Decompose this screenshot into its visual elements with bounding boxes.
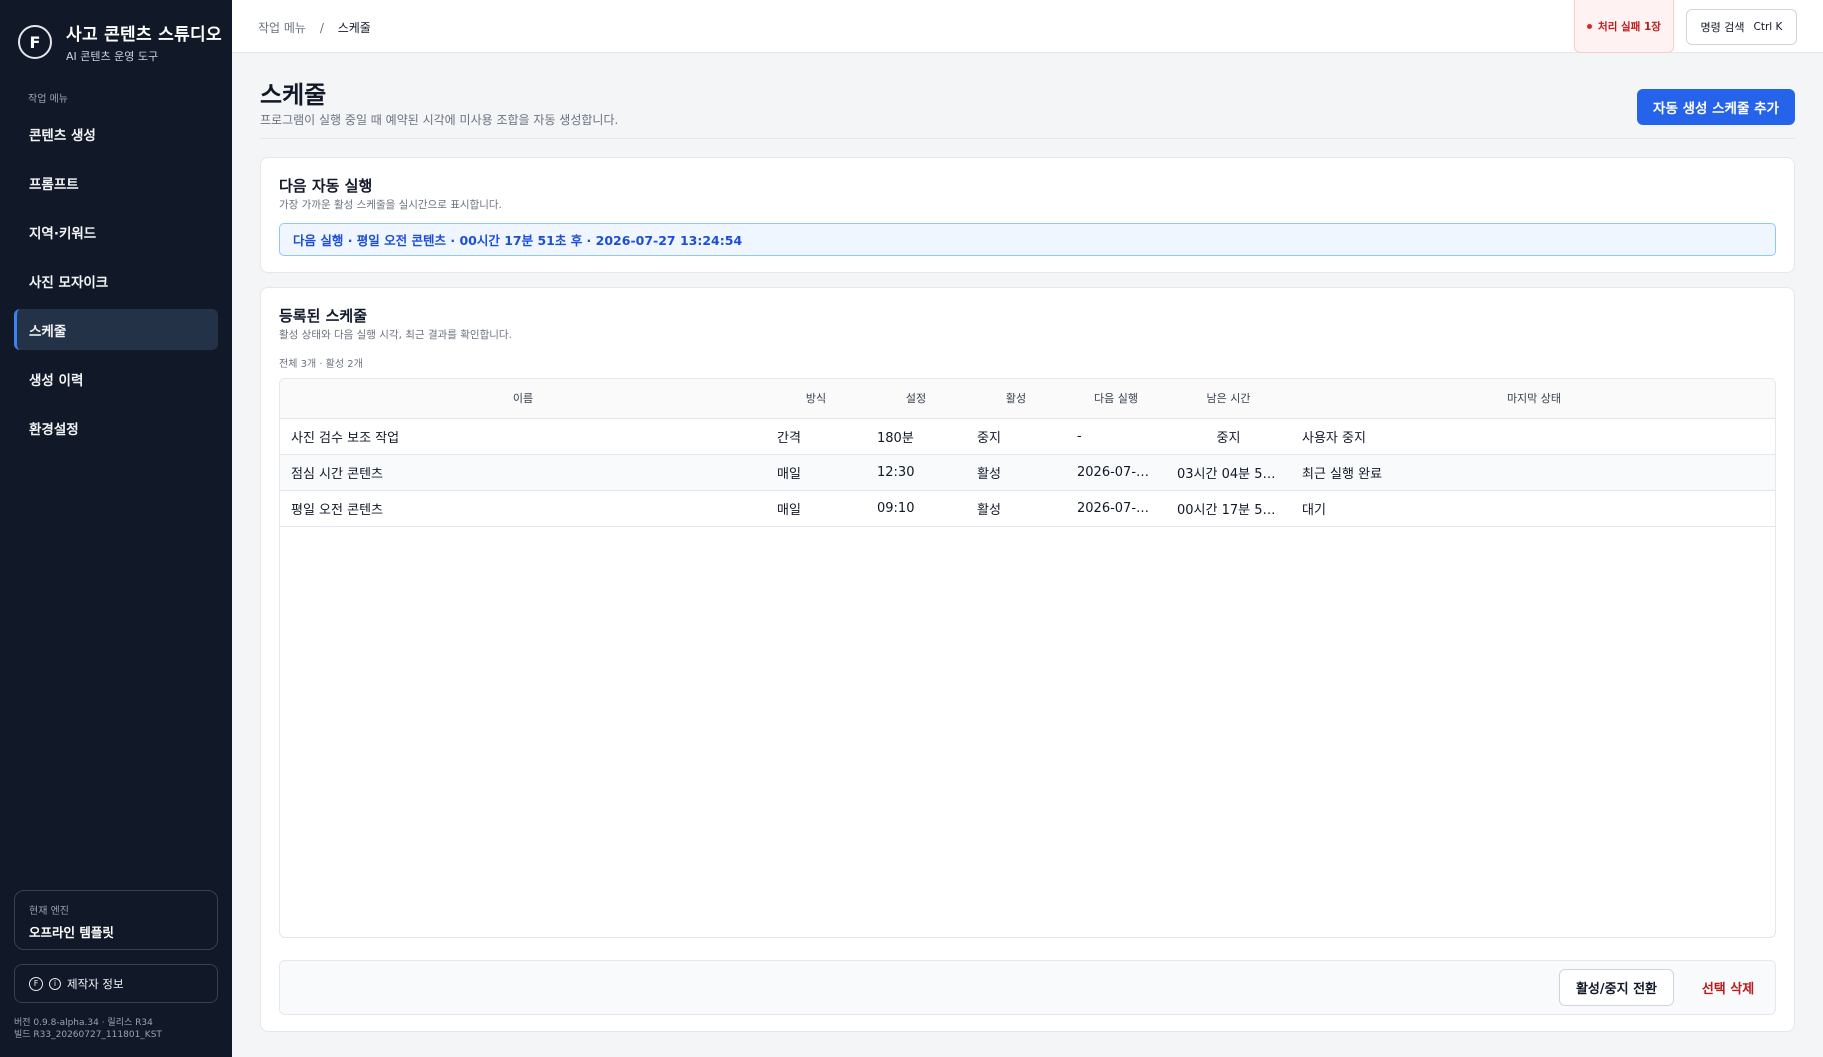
cell-name: 사진 검수 보조 작업 xyxy=(291,430,400,446)
failure-badge[interactable]: 처리 실패 1장 xyxy=(1574,0,1674,53)
engine-label: 현재 엔진 xyxy=(29,906,69,917)
sidebar-item-history[interactable]: 생성 이력 xyxy=(14,358,218,399)
sidebar-item-prompt[interactable]: 프롬프트 xyxy=(14,162,218,203)
sidebar-item-content-create[interactable]: 콘텐츠 생성 xyxy=(14,113,218,154)
column-header-remaining[interactable]: 남은 시간 xyxy=(1166,379,1291,418)
app-title: 사고 콘텐츠 스튜디오 xyxy=(66,25,222,45)
schedules-subtitle: 활성 상태와 다음 실행 시각, 최근 결과를 확인합니다. xyxy=(279,329,512,341)
breadcrumb-current: 스케줄 xyxy=(337,21,371,35)
cell-next-run: 2026-07-27... xyxy=(1077,464,1165,480)
brand[interactable]: F 사고 콘텐츠 스튜디오 AI 콘텐츠 운영 도구 xyxy=(18,20,222,64)
menu-section-label: 작업 메뉴 xyxy=(28,94,68,105)
table-row[interactable]: 평일 오전 콘텐츠 매일 09:10 활성 2026-07-27... 00시간… xyxy=(280,490,1775,526)
cell-remaining: 03시간 04분 51초 xyxy=(1177,466,1283,482)
schedules-card: 등록된 스케줄 활성 상태와 다음 실행 시각, 최근 결과를 확인합니다. 전… xyxy=(260,287,1795,1032)
command-shortcut: Ctrl K xyxy=(1753,21,1783,33)
breadcrumb-separator: / xyxy=(319,21,324,35)
cell-active: 중지 xyxy=(977,430,1001,446)
sidebar-item-region-keyword[interactable]: 지역·키워드 xyxy=(14,211,218,252)
next-run-card: 다음 자동 실행 가장 가까운 활성 스케줄을 실시간으로 표시합니다. 다음 … xyxy=(260,157,1795,273)
failure-badge-label: 처리 실패 1장 xyxy=(1598,20,1661,33)
cell-mode: 매일 xyxy=(777,466,801,482)
breadcrumb: 작업 메뉴 / 스케줄 xyxy=(258,19,371,36)
brand-small-icon: F xyxy=(29,976,43,991)
cell-remaining: 00시간 17분 51초 xyxy=(1177,502,1283,518)
command-search-button[interactable]: 명령 검색 Ctrl K xyxy=(1686,9,1797,45)
sidebar-item-photo-mosaic[interactable]: 사진 모자이크 xyxy=(14,260,218,301)
info-icon: i xyxy=(49,977,61,990)
cell-remaining: 중지 xyxy=(1216,430,1241,446)
delete-selected-button[interactable]: 선택 삭제 xyxy=(1688,969,1768,1006)
cell-setting: 180분 xyxy=(877,430,914,446)
topbar: 작업 메뉴 / 스케줄 처리 실패 1장 명령 검색 Ctrl K xyxy=(232,0,1823,53)
page-description: 프로그램이 실행 중일 때 예약된 시각에 미사용 조합을 자동 생성합니다. xyxy=(260,113,619,127)
table-header-row: 이름 방식 설정 활성 다음 실행 남은 시간 마지막 상태 xyxy=(280,379,1775,418)
cell-mode: 매일 xyxy=(777,502,801,518)
page-title: 스케줄 xyxy=(260,81,327,109)
cell-active: 활성 xyxy=(977,466,1001,482)
current-engine-box: 현재 엔진 오프라인 템플릿 xyxy=(14,890,218,950)
cell-setting: 09:10 xyxy=(877,500,915,516)
alert-dot-icon xyxy=(1587,23,1593,29)
column-header-mode[interactable]: 방식 xyxy=(766,379,866,418)
next-run-subtitle: 가장 가까운 활성 스케줄을 실시간으로 표시합니다. xyxy=(279,199,502,211)
build-line: 빌드 R33_20260727_111801_KST xyxy=(14,1030,162,1040)
sidebar-nav: 콘텐츠 생성 프롬프트 지역·키워드 사진 모자이크 스케줄 생성 이력 환경설… xyxy=(14,113,218,456)
column-header-active[interactable]: 활성 xyxy=(966,379,1066,418)
schedules-table: 이름 방식 설정 활성 다음 실행 남은 시간 마지막 상태 사진 검수 보조 … xyxy=(279,378,1776,938)
header-divider xyxy=(260,138,1795,139)
cell-next-run: - xyxy=(1077,428,1082,444)
brand-logo-icon: F xyxy=(18,25,52,59)
column-header-next-run[interactable]: 다음 실행 xyxy=(1066,379,1166,418)
schedules-count: 전체 3개 · 활성 2개 xyxy=(279,359,363,370)
next-run-banner: 다음 실행 · 평일 오전 콘텐츠 · 00시간 17분 51초 후 · 202… xyxy=(279,223,1776,256)
toggle-active-button[interactable]: 활성/중지 전환 xyxy=(1559,969,1674,1006)
schedules-title: 등록된 스케줄 xyxy=(279,307,368,325)
command-search-label: 명령 검색 xyxy=(1700,21,1745,34)
app-subtitle: AI 콘텐츠 운영 도구 xyxy=(66,50,159,63)
sidebar-item-schedule[interactable]: 스케줄 xyxy=(14,309,218,350)
engine-value: 오프라인 템플릿 xyxy=(29,925,114,940)
cell-setting: 12:30 xyxy=(877,464,915,480)
breadcrumb-root[interactable]: 작업 메뉴 xyxy=(258,21,306,35)
version-line: 버전 0.9.8-alpha.34 · 릴리스 R34 xyxy=(14,1018,153,1028)
next-run-title: 다음 자동 실행 xyxy=(279,177,373,195)
cell-next-run: 2026-07-27... xyxy=(1077,500,1165,516)
cell-name: 점심 시간 콘텐츠 xyxy=(291,466,383,482)
build-info: 버전 0.9.8-alpha.34 · 릴리스 R34 빌드 R33_20260… xyxy=(14,1017,162,1041)
sidebar-item-settings[interactable]: 환경설정 xyxy=(14,407,218,448)
table-action-bar: 활성/중지 전환 선택 삭제 xyxy=(279,960,1776,1015)
maker-info-button[interactable]: F i 제작자 정보 xyxy=(14,964,218,1003)
cell-last-status: 최근 실행 완료 xyxy=(1302,466,1383,482)
cell-last-status: 대기 xyxy=(1302,502,1326,518)
cell-name: 평일 오전 콘텐츠 xyxy=(291,502,383,518)
cell-mode: 간격 xyxy=(777,430,801,446)
column-header-last-status[interactable]: 마지막 상태 xyxy=(1291,379,1775,418)
sidebar: F 사고 콘텐츠 스튜디오 AI 콘텐츠 운영 도구 작업 메뉴 콘텐츠 생성 … xyxy=(0,0,232,1057)
add-schedule-button[interactable]: 자동 생성 스케줄 추가 xyxy=(1637,89,1795,125)
maker-info-label: 제작자 정보 xyxy=(67,976,124,991)
cell-active: 활성 xyxy=(977,502,1001,518)
cell-last-status: 사용자 중지 xyxy=(1302,430,1366,446)
table-row[interactable]: 점심 시간 콘텐츠 매일 12:30 활성 2026-07-27... 03시간… xyxy=(280,454,1775,490)
table-row[interactable]: 사진 검수 보조 작업 간격 180분 중지 - 중지 사용자 중지 xyxy=(280,418,1775,454)
column-header-name[interactable]: 이름 xyxy=(280,379,766,418)
column-header-setting[interactable]: 설정 xyxy=(866,379,966,418)
